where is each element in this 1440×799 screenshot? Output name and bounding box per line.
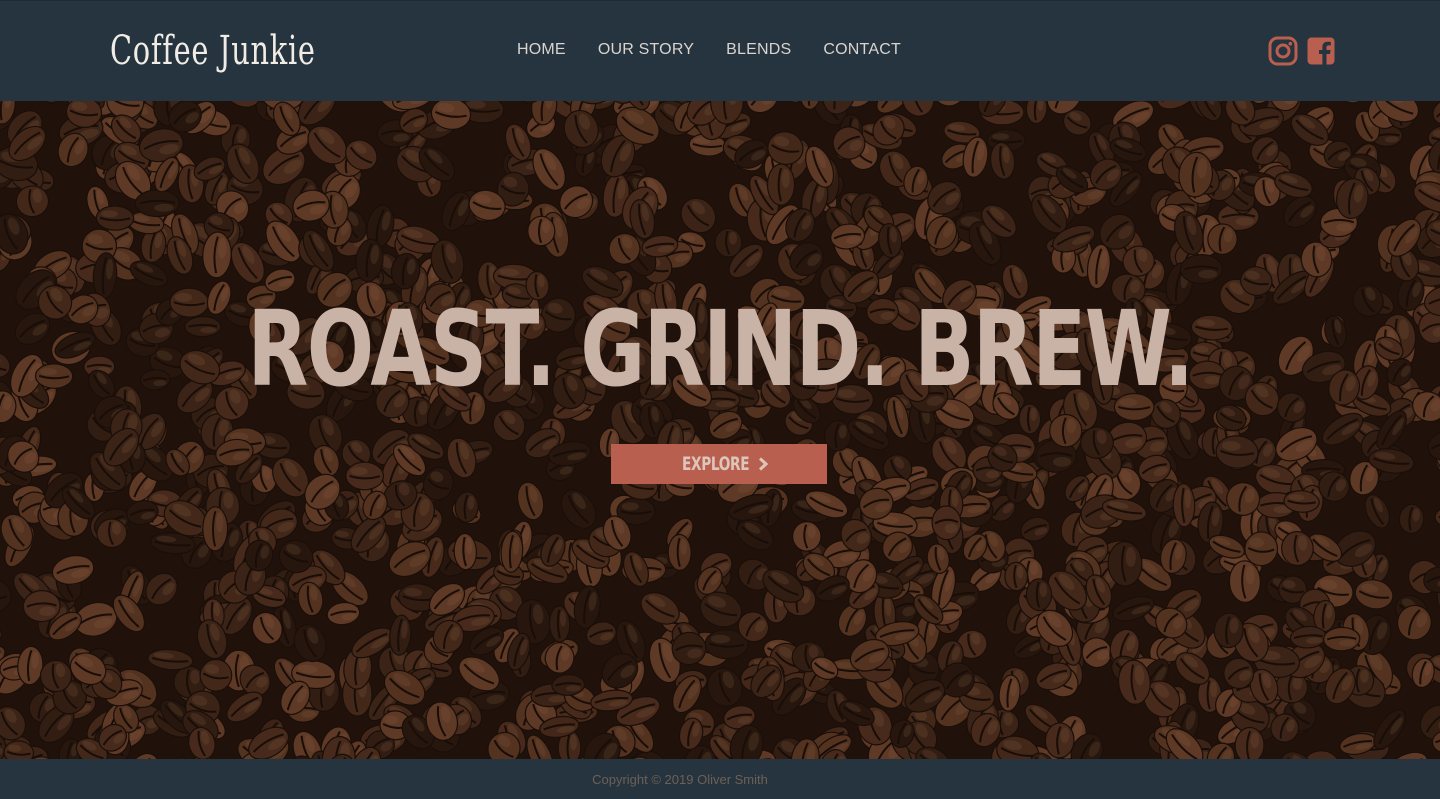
chevron-right-icon <box>758 457 768 471</box>
nav-item-home[interactable]: HOME <box>517 41 566 59</box>
explore-button[interactable]: EXPLORE <box>611 444 827 484</box>
hero-headline: ROAST. GRIND. BREW. <box>247 288 1194 410</box>
site-footer: Copyright © 2019 Oliver Smith <box>0 759 1440 799</box>
brand-logo[interactable]: Coffee Junkie <box>110 28 316 74</box>
explore-button-label: EXPLORE <box>682 453 750 475</box>
nav-item-contact[interactable]: CONTACT <box>823 41 901 59</box>
main-nav: HOME OUR STORY BLENDS CONTACT <box>517 41 901 59</box>
social-links <box>1268 36 1336 66</box>
copyright-text: Copyright © 2019 Oliver Smith <box>592 772 768 787</box>
hero-section: ROAST. GRIND. BREW. EXPLORE <box>0 101 1440 759</box>
site-header: Coffee Junkie HOME OUR STORY BLENDS CONT… <box>0 0 1440 101</box>
instagram-icon[interactable] <box>1268 36 1298 66</box>
nav-item-our-story[interactable]: OUR STORY <box>598 41 694 59</box>
facebook-icon[interactable] <box>1306 36 1336 66</box>
nav-item-blends[interactable]: BLENDS <box>726 41 791 59</box>
